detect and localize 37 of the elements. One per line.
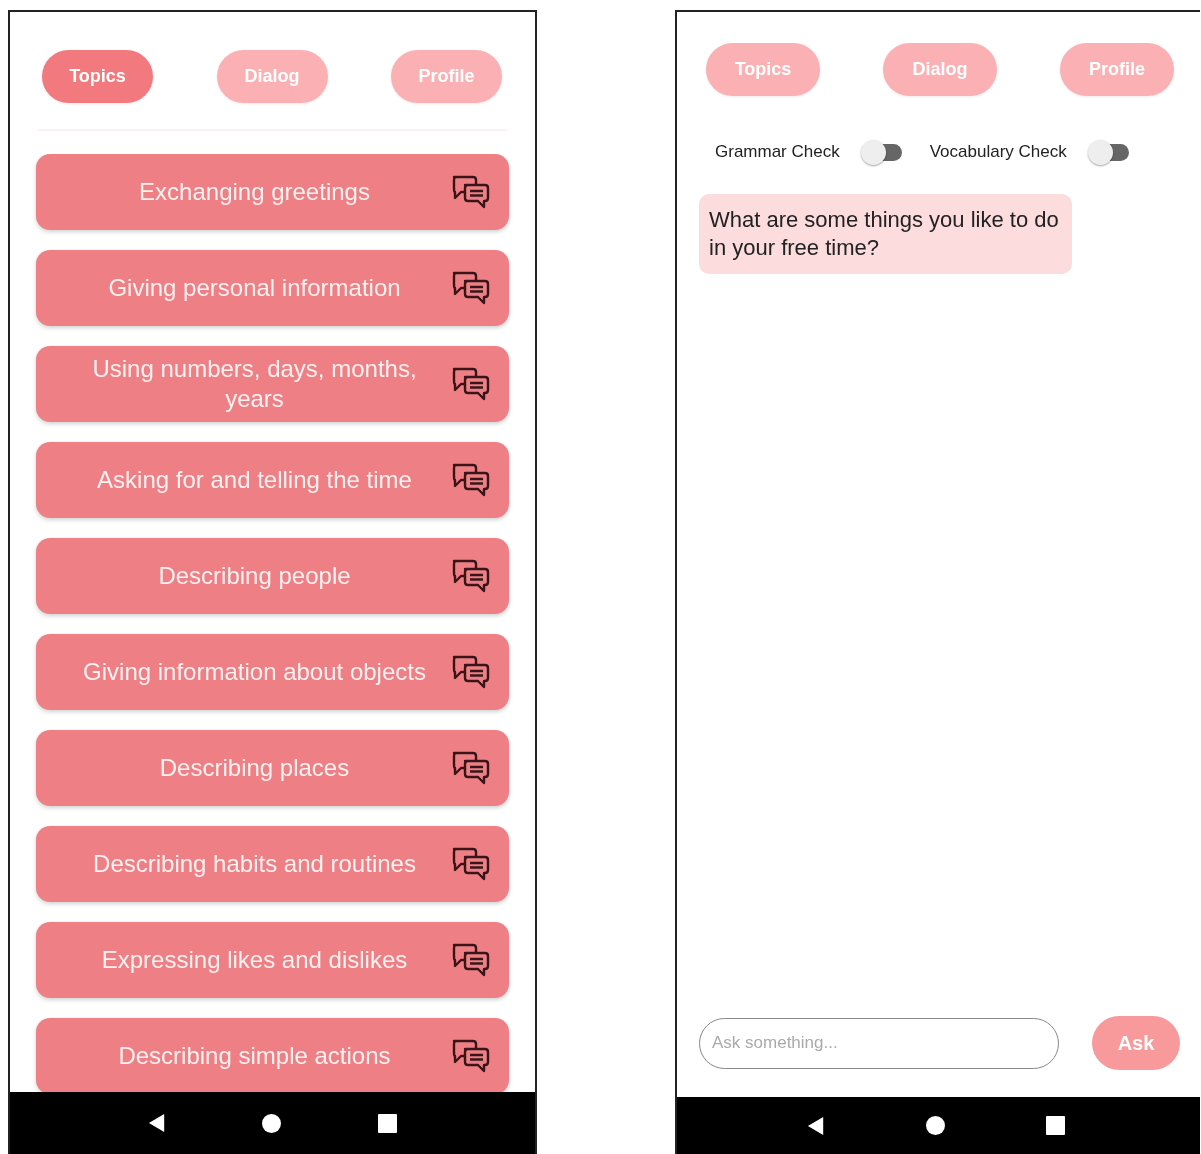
chat-icon — [451, 655, 491, 689]
topic-button[interactable]: Describing places — [36, 730, 509, 806]
topic-button[interactable]: Asking for and telling the time — [36, 442, 509, 518]
recents-icon[interactable] — [377, 1113, 397, 1133]
nav-tab[interactable]: Topics — [706, 43, 820, 96]
nav-tab[interactable]: Profile — [1060, 43, 1174, 96]
message-bubble: What are some things you like to do in your free time? — [699, 194, 1072, 274]
chat-icon — [451, 559, 491, 593]
chat-icon — [451, 1039, 491, 1073]
chat-icon — [451, 463, 491, 497]
toggle-label: Grammar Check — [715, 142, 840, 162]
nav-tab[interactable]: Dialog — [216, 50, 328, 103]
chat-icon — [451, 367, 491, 401]
chat-icon — [451, 943, 491, 977]
recents-icon[interactable] — [1045, 1116, 1065, 1135]
toggle-label: Vocabulary Check — [929, 142, 1067, 162]
chat-icon — [451, 847, 491, 881]
topic-button[interactable]: Using numbers, days, months, years — [36, 346, 509, 422]
chat-icon — [451, 175, 491, 209]
nav-tab[interactable]: Profile — [391, 50, 502, 103]
topic-button[interactable]: Giving personal information — [36, 250, 509, 326]
topic-button[interactable]: Exchanging greetings — [36, 154, 509, 230]
topic-button[interactable]: Describing people — [36, 538, 509, 614]
topic-button[interactable]: Describing habits and routines — [36, 826, 509, 902]
home-icon[interactable] — [926, 1116, 945, 1135]
chat-icon — [451, 271, 491, 305]
nav-tab[interactable]: Topics — [42, 50, 153, 103]
ask-button[interactable]: Ask — [1092, 1016, 1180, 1070]
nav-tab[interactable]: Dialog — [883, 43, 997, 96]
topic-button[interactable]: Expressing likes and dislikes — [36, 922, 509, 998]
topic-button[interactable]: Giving information about objects — [36, 634, 509, 710]
home-icon[interactable] — [262, 1113, 282, 1133]
back-icon[interactable] — [148, 1113, 167, 1133]
topic-button[interactable]: Describing simple actions — [36, 1018, 509, 1092]
input-field[interactable]: Ask something... — [699, 1017, 1059, 1069]
chat-icon — [451, 751, 491, 785]
back-icon[interactable] — [807, 1115, 826, 1136]
